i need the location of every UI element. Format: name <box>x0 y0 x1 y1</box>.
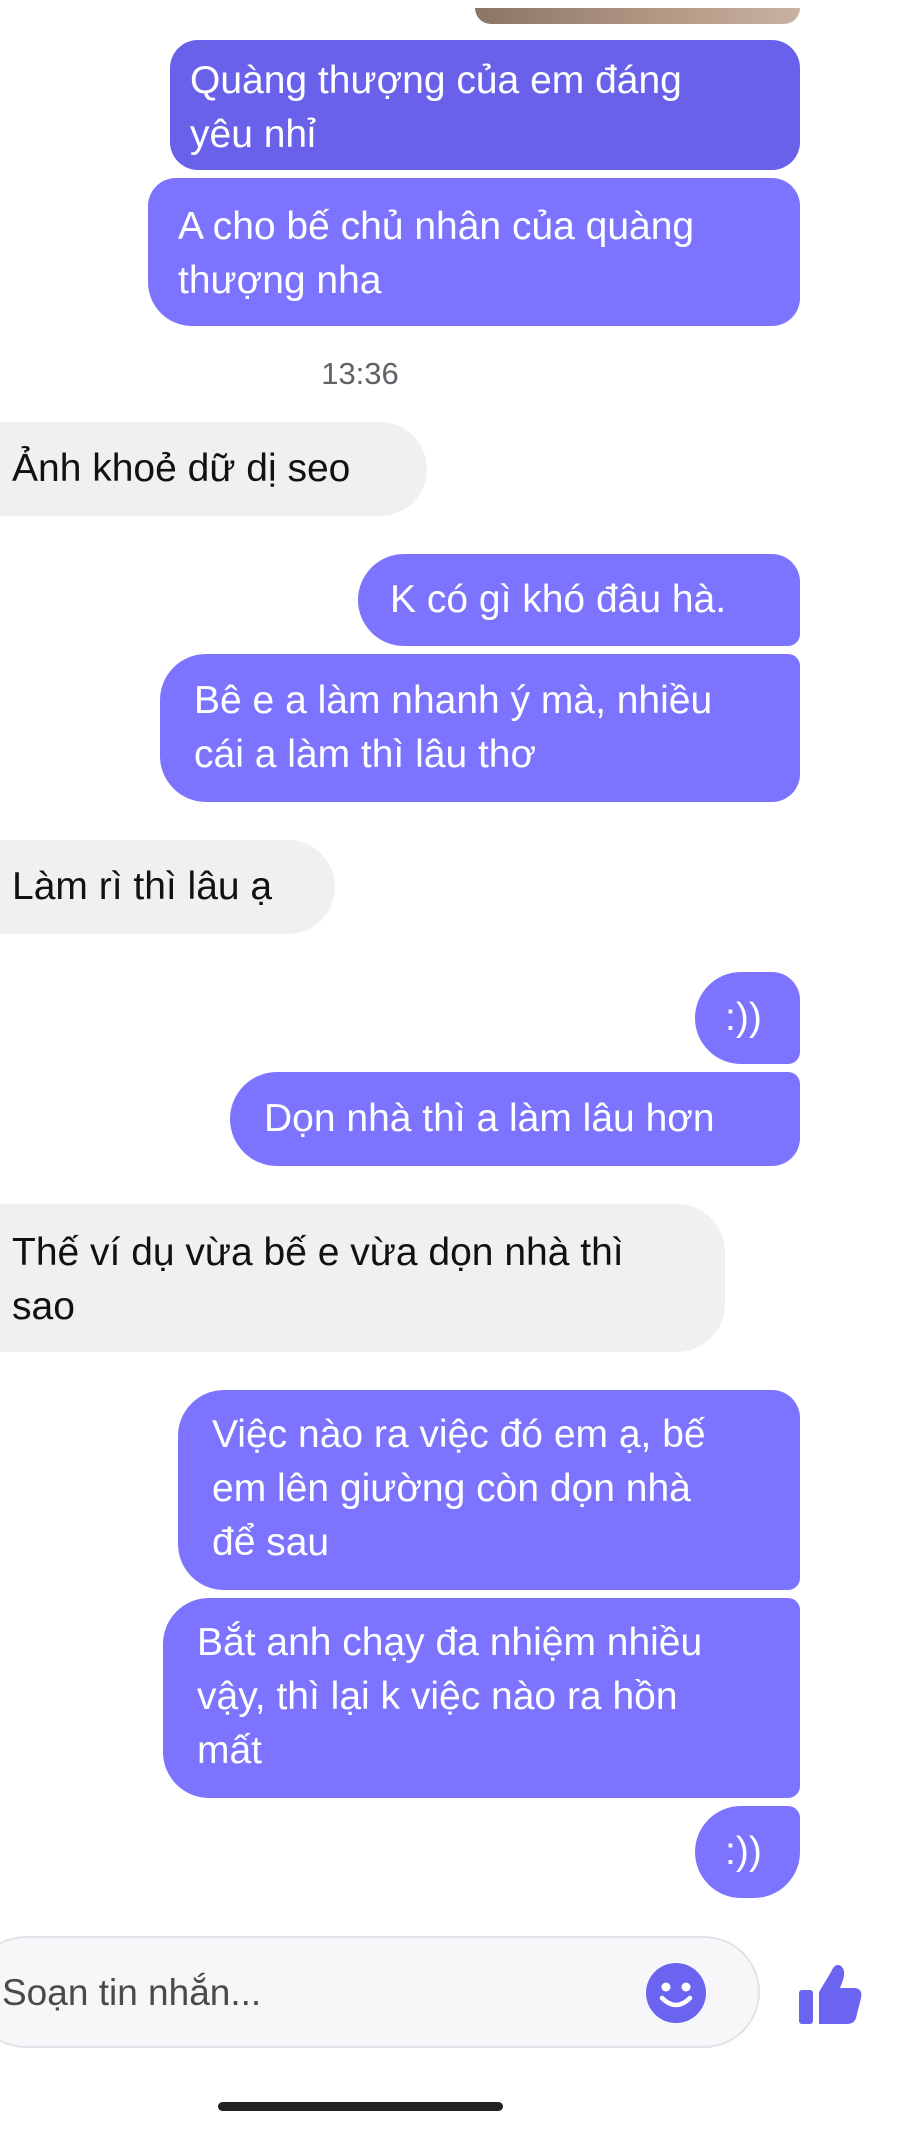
message-bubble-outgoing[interactable]: Quàng thượng của em đáng yêu nhỉ <box>170 40 800 170</box>
message-bubble-incoming[interactable]: Làm rì thì lâu ạ <box>0 840 335 934</box>
message-input[interactable] <box>0 1938 624 2048</box>
message-bubble-outgoing[interactable]: Việc nào ra việc đó em ạ, bế em lên giườ… <box>178 1390 800 1590</box>
message-bubble-outgoing[interactable]: :)) <box>695 972 800 1064</box>
message-bubble-outgoing[interactable]: Bắt anh chạy đa nhiệm nhiều vậy, thì lại… <box>163 1598 800 1798</box>
message-bubble-outgoing[interactable]: A cho bế chủ nhân của quàng thượng nha <box>148 178 800 326</box>
smiley-icon[interactable] <box>645 1962 707 2024</box>
message-bubble-incoming[interactable]: Thế ví dụ vừa bế e vừa dọn nhà thì sao <box>0 1204 725 1352</box>
message-timestamp: 13:36 <box>321 356 399 391</box>
top-image-preview[interactable] <box>475 8 800 24</box>
message-composer <box>0 1936 760 2048</box>
message-bubble-outgoing[interactable]: Dọn nhà thì a làm lâu hơn <box>230 1072 800 1166</box>
thumbs-up-icon[interactable] <box>795 1958 865 2028</box>
message-bubble-incoming[interactable]: Ảnh khoẻ dữ dị seo <box>0 422 427 516</box>
message-bubble-outgoing[interactable]: Bê e a làm nhanh ý mà, nhiều cái a làm t… <box>160 654 800 802</box>
message-bubble-outgoing[interactable]: :)) <box>695 1806 800 1898</box>
home-indicator <box>218 2102 503 2111</box>
message-bubble-outgoing[interactable]: K có gì khó đâu hà. <box>358 554 800 646</box>
